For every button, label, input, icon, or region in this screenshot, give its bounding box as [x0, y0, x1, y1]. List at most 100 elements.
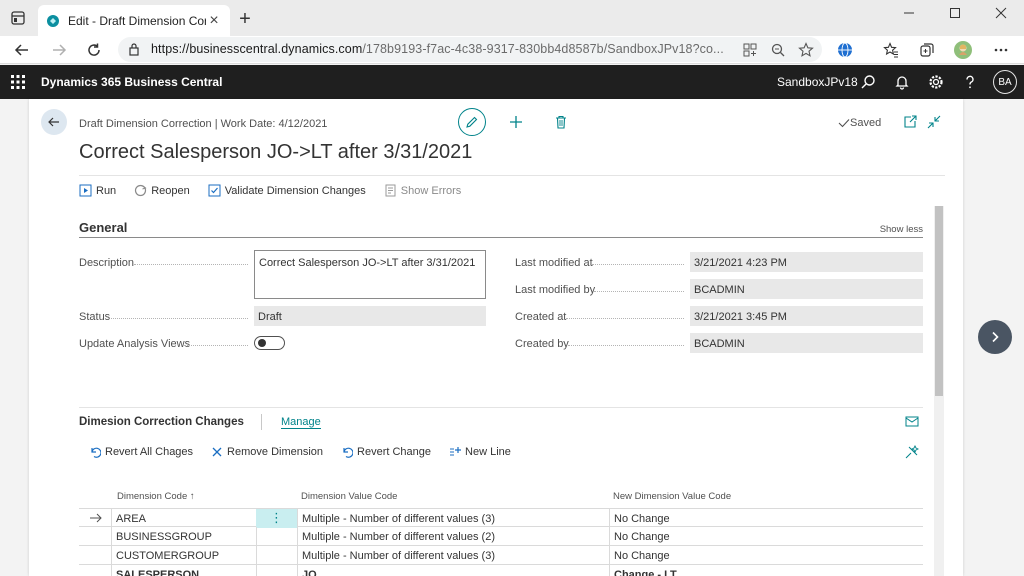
toggle-knob	[258, 339, 266, 347]
column-header-dimension-code[interactable]: Dimension Code ↑	[117, 491, 195, 502]
column-header-new-dimension-value-code[interactable]: New Dimension Value Code	[613, 491, 731, 502]
reopen-icon	[135, 184, 147, 197]
run-icon	[79, 184, 92, 197]
lock-icon	[129, 43, 139, 56]
delete-trash-icon[interactable]	[552, 113, 570, 131]
back-arrow-icon[interactable]	[12, 40, 32, 60]
product-name[interactable]: Dynamics 365 Business Central	[41, 75, 222, 89]
window-controls	[886, 0, 1024, 26]
notification-bell-icon[interactable]	[893, 73, 911, 91]
search-icon[interactable]	[859, 73, 877, 91]
next-record-button[interactable]	[978, 320, 1012, 354]
tab-close-icon[interactable]: ×	[206, 12, 222, 29]
show-errors-action[interactable]: Show Errors	[384, 184, 461, 197]
new-dimension-value-code-cell[interactable]: No Change	[609, 527, 923, 546]
scrollbar-thumb[interactable]	[935, 206, 943, 396]
browser-toolbar: https://businesscentral.dynamics.com/178…	[0, 36, 1024, 64]
field-leader-dots	[111, 318, 248, 319]
minimize-button[interactable]	[886, 0, 932, 26]
last-modified-by-field: BCADMIN	[690, 279, 923, 299]
table-row[interactable]: CUSTOMERGROUP Multiple - Number of diffe…	[79, 546, 923, 565]
manage-tab[interactable]: Manage	[281, 416, 321, 429]
tab-actions-icon[interactable]	[10, 10, 26, 26]
dimension-code-cell[interactable]: SALESPERSON	[111, 565, 256, 576]
settings-gear-icon[interactable]	[927, 73, 945, 91]
table-row[interactable]: SALESPERSON JO Change - LT	[79, 565, 923, 576]
revert-icon	[91, 447, 101, 458]
subpage-title[interactable]: Dimesion Correction Changes	[79, 416, 244, 428]
app-launcher-icon[interactable]	[11, 75, 25, 89]
help-icon[interactable]	[961, 73, 979, 91]
general-section-header[interactable]: General Show less	[79, 218, 923, 238]
environment-name[interactable]: SandboxJPv18	[777, 75, 858, 89]
maximize-button[interactable]	[932, 0, 978, 26]
table-row[interactable]: BUSINESSGROUP Multiple - Number of diffe…	[79, 527, 923, 546]
description-field[interactable]: Correct Salesperson JO->LT after 3/31/20…	[254, 250, 486, 299]
share-icon[interactable]	[905, 414, 919, 428]
browser-tab-bar: Edit - Draft Dimension Correction × +	[0, 0, 1024, 36]
dimension-value-code-cell[interactable]: JO	[297, 565, 609, 576]
favorite-star-icon[interactable]	[798, 42, 814, 58]
new-line-icon	[450, 447, 462, 456]
run-action[interactable]: Run	[79, 184, 116, 197]
field-leader-dots	[592, 264, 684, 265]
dimension-code-cell[interactable]: BUSINESSGROUP	[111, 527, 256, 546]
section-divider	[79, 407, 923, 408]
dimension-value-code-cell[interactable]: Multiple - Number of different values (3…	[297, 546, 609, 565]
table-row[interactable]: AREA ⋮ Multiple - Number of different va…	[79, 508, 923, 528]
remove-dimension-action[interactable]: Remove Dimension	[211, 446, 323, 458]
validate-dimension-changes-action[interactable]: Validate Dimension Changes	[208, 184, 366, 197]
collapse-icon[interactable]	[926, 114, 942, 130]
close-window-button[interactable]	[978, 0, 1024, 26]
dimension-code-cell[interactable]: CUSTOMERGROUP	[111, 546, 256, 565]
edit-pencil-button[interactable]	[458, 108, 486, 136]
refresh-icon[interactable]	[84, 40, 104, 60]
favorites-icon[interactable]	[882, 41, 900, 59]
new-tab-button[interactable]: +	[236, 9, 254, 29]
forward-arrow-icon[interactable]	[49, 40, 69, 60]
user-avatar[interactable]: BA	[993, 70, 1017, 94]
status-field: Draft	[254, 306, 486, 326]
open-new-window-icon[interactable]	[902, 114, 918, 130]
row-menu-icon[interactable]: ⋮	[256, 509, 297, 528]
bc-favicon-icon	[47, 14, 59, 27]
show-less-link[interactable]: Show less	[880, 224, 923, 235]
dimension-code-cell[interactable]: AREA	[111, 509, 256, 528]
profile-picture-icon[interactable]	[954, 41, 972, 59]
row-menu-cell	[256, 565, 297, 576]
update-analysis-views-toggle[interactable]	[254, 336, 285, 350]
reopen-action[interactable]: Reopen	[134, 184, 190, 197]
page-title: Correct Salesperson JO->LT after 3/31/20…	[79, 141, 473, 163]
show-errors-icon	[385, 184, 396, 197]
back-button[interactable]	[41, 109, 67, 135]
column-header-dimension-value-code[interactable]: Dimension Value Code	[301, 491, 397, 502]
app-available-icon[interactable]	[742, 42, 758, 58]
collections-icon[interactable]	[918, 41, 936, 59]
created-at-field: 3/21/2021 3:45 PM	[690, 306, 923, 326]
page-scrollbar[interactable]	[934, 206, 944, 576]
created-by-field: BCADMIN	[690, 333, 923, 353]
field-leader-dots	[566, 318, 684, 319]
extension-globe-icon[interactable]	[836, 41, 854, 59]
new-record-button[interactable]	[507, 113, 525, 131]
last-modified-by-label: Last modified by	[515, 284, 596, 296]
last-modified-at-field: 3/21/2021 4:23 PM	[690, 252, 923, 272]
dimension-value-code-cell[interactable]: Multiple - Number of different values (2…	[297, 527, 609, 546]
field-leader-dots	[184, 345, 248, 346]
browser-tab[interactable]: Edit - Draft Dimension Correction ×	[38, 5, 230, 36]
saved-status: Saved	[838, 117, 881, 129]
breadcrumb: Draft Dimension Correction | Work Date: …	[79, 118, 328, 130]
new-dimension-value-code-cell[interactable]: No Change	[609, 546, 923, 565]
personalize-icon[interactable]	[905, 445, 919, 459]
remove-x-icon	[212, 447, 222, 457]
dimension-value-code-cell[interactable]: Multiple - Number of different values (3…	[297, 509, 609, 528]
revert-all-changes-action[interactable]: Revert All Chages	[89, 446, 193, 458]
url-bar[interactable]: https://businesscentral.dynamics.com/178…	[118, 37, 822, 62]
new-dimension-value-code-cell[interactable]: No Change	[609, 509, 923, 528]
new-line-action[interactable]: New Line	[449, 446, 511, 458]
more-options-icon[interactable]	[992, 41, 1010, 59]
general-section-title[interactable]: General	[79, 220, 127, 235]
zoom-icon[interactable]	[770, 42, 786, 58]
new-dimension-value-code-cell[interactable]: Change - LT	[609, 565, 923, 576]
revert-change-action[interactable]: Revert Change	[341, 446, 431, 458]
